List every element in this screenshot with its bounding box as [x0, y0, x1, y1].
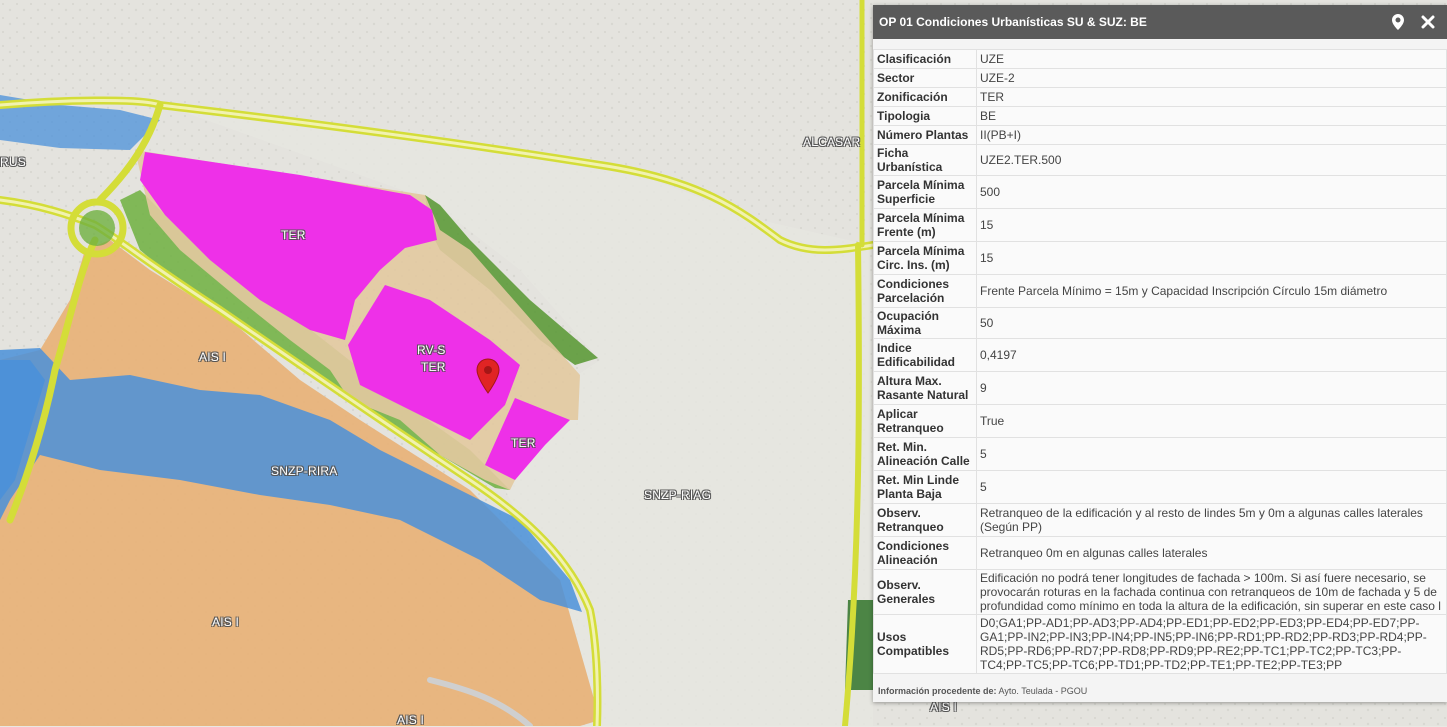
attribute-key: Parcela Mínima Superficie [873, 175, 977, 209]
attribute-row: Indice Edificabilidad 0,4197 [873, 338, 1447, 372]
attribute-row: Parcela Mínima Frente (m) 15 [873, 208, 1447, 242]
attribute-value: True [976, 404, 1447, 438]
attribute-key: Parcela Mínima Circ. Ins. (m) [873, 241, 977, 275]
attribute-key: Condiciones Parcelación [873, 274, 977, 308]
attribute-row: Ret. Min Linde Planta Baja 5 [873, 470, 1447, 504]
attribute-value: Retranqueo 0m en algunas calles laterale… [976, 536, 1447, 570]
attribute-row: Ret. Min. Alineación Calle 5 [873, 437, 1447, 471]
map-label-ais-1: AIS I [199, 350, 227, 364]
panel-header: OP 01 Condiciones Urbanísticas SU & SUZ:… [873, 5, 1447, 39]
map-pin-icon[interactable] [476, 358, 500, 394]
attribute-row: Parcela Mínima Superficie 500 [873, 175, 1447, 209]
feature-info-panel: OP 01 Condiciones Urbanísticas SU & SUZ:… [873, 5, 1447, 702]
attribute-value: 50 [976, 307, 1447, 339]
attribute-key: Indice Edificabilidad [873, 338, 977, 372]
attribute-value: D0;GA1;PP-AD1;PP-AD3;PP-AD4;PP-ED1;PP-ED… [976, 614, 1447, 674]
panel-footer: Información procedente de: Ayto. Teulada… [878, 686, 1087, 696]
map-label-ais-4: AIS I [930, 700, 958, 714]
attribute-key: Altura Max. Rasante Natural [873, 371, 977, 405]
attribute-row: Número Plantas II(PB+I) [873, 125, 1447, 145]
attribute-key: Ocupación Máxima [873, 307, 977, 339]
attribute-key: Parcela Mínima Frente (m) [873, 208, 977, 242]
attribute-value: 15 [976, 208, 1447, 242]
attributes-table: Clasificación UZE Sector UZE-2 Zonificación T… [873, 49, 1447, 674]
panel-title: OP 01 Condiciones Urbanísticas SU & SUZ:… [879, 15, 1147, 29]
attribute-row: Clasificación UZE [873, 49, 1447, 69]
attribute-value: Edificación no podrá tener longitudes de… [976, 569, 1447, 615]
attribute-row: Aplicar Retranqueo True [873, 404, 1447, 438]
attribute-value: 0,4197 [976, 338, 1447, 372]
map-label-ais-2: AIS I [212, 615, 240, 629]
attribute-key: Sector [873, 68, 977, 88]
attribute-row: Usos Compatibles D0;GA1;PP-AD1;PP-AD3;PP-… [873, 614, 1447, 674]
attribute-row: Observ. Generales Edificación no podrá te… [873, 569, 1447, 615]
attribute-key: Zonificación [873, 87, 977, 107]
attribute-value: TER [976, 87, 1447, 107]
attribute-key: Ficha Urbanística [873, 144, 977, 176]
map-label-ter-3: TER [511, 436, 536, 450]
attribute-row: Condiciones Parcelación Frente Parcela Mí… [873, 274, 1447, 308]
map-label-ter-2: TER [421, 360, 446, 374]
attribute-key: Número Plantas [873, 125, 977, 145]
attribute-value: 5 [976, 437, 1447, 471]
map-label-ter-1: TER [281, 228, 306, 242]
attribute-row: Observ. Retranqueo Retranqueo de la edifi… [873, 503, 1447, 537]
attribute-key: Ret. Min. Alineación Calle [873, 437, 977, 471]
attribute-value: 500 [976, 175, 1447, 209]
footer-label: Información procedente de: [878, 686, 997, 696]
attribute-row: Tipologia BE [873, 106, 1447, 126]
attribute-key: Usos Compatibles [873, 614, 977, 674]
map-label-rvs: RV-S [417, 343, 446, 357]
attribute-key: Ret. Min Linde Planta Baja [873, 470, 977, 504]
map-label-ais-3: AIS I [397, 713, 425, 727]
map-marker-icon[interactable] [1387, 11, 1409, 33]
attribute-value: Retranqueo de la edificación y al resto … [976, 503, 1447, 537]
attribute-value: 15 [976, 241, 1447, 275]
attribute-key: Observ. Generales [873, 569, 977, 615]
attribute-row: Ficha Urbanística UZE2.TER.500 [873, 144, 1447, 176]
attribute-value: 9 [976, 371, 1447, 405]
attribute-row: Condiciones Alineación Retranqueo 0m en a… [873, 536, 1447, 570]
attribute-row: Altura Max. Rasante Natural 9 [873, 371, 1447, 405]
attribute-key: Tipologia [873, 106, 977, 126]
attribute-value: UZE2.TER.500 [976, 144, 1447, 176]
map-label-snzp-riag: SNZP-RIAG [644, 488, 712, 502]
attribute-row: Sector UZE-2 [873, 68, 1447, 88]
map-label-rus: RUS [0, 155, 26, 169]
attribute-key: Clasificación [873, 49, 977, 69]
attribute-key: Condiciones Alineación [873, 536, 977, 570]
attribute-row: Zonificación TER [873, 87, 1447, 107]
attribute-value: UZE-2 [976, 68, 1447, 88]
attribute-row: Ocupación Máxima 50 [873, 307, 1447, 339]
attribute-row: Parcela Mínima Circ. Ins. (m) 15 [873, 241, 1447, 275]
attribute-value: II(PB+I) [976, 125, 1447, 145]
attribute-value: BE [976, 106, 1447, 126]
attribute-key: Observ. Retranqueo [873, 503, 977, 537]
attribute-value: Frente Parcela Mínimo = 15m y Capacidad … [976, 274, 1447, 308]
map-label-snzp-rira: SNZP-RIRA [271, 464, 338, 478]
footer-source: Ayto. Teulada - PGOU [998, 686, 1088, 696]
attribute-value: 5 [976, 470, 1447, 504]
attribute-value: UZE [976, 49, 1447, 69]
attribute-key: Aplicar Retranqueo [873, 404, 977, 438]
close-icon[interactable] [1417, 11, 1439, 33]
map-label-alcasar: ALCASAR [803, 135, 861, 149]
